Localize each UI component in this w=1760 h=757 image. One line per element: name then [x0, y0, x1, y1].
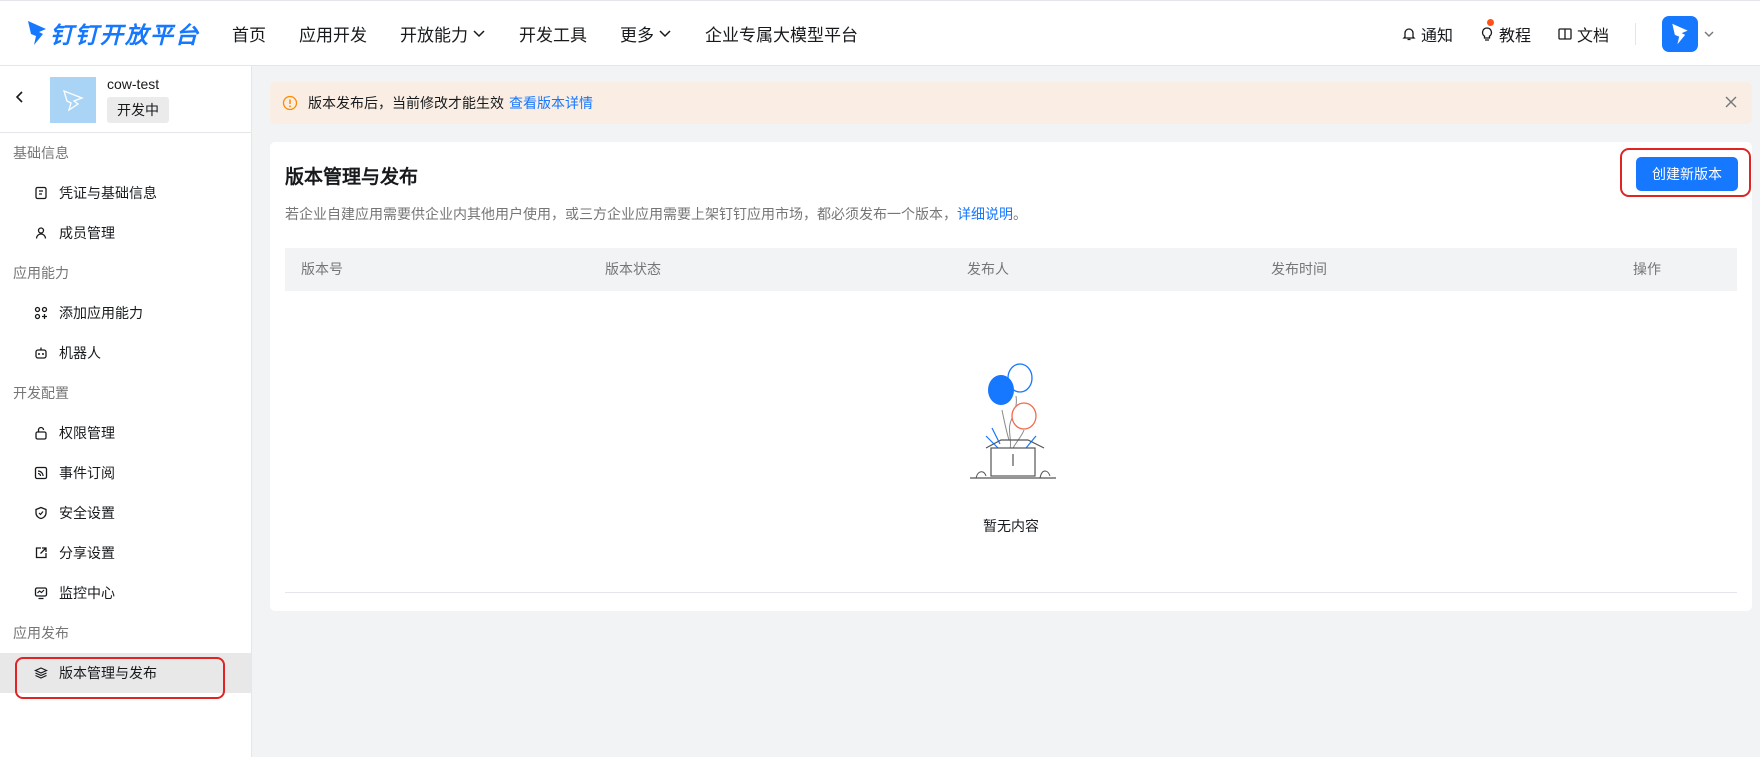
table-header: 版本号 版本状态 发布人 发布时间 操作	[285, 248, 1737, 291]
column-version: 版本号	[301, 261, 343, 277]
user-icon	[35, 227, 47, 239]
nav-llm-platform[interactable]: 企业专属大模型平台	[705, 21, 858, 46]
section-title-publish: 应用发布	[13, 625, 69, 641]
monitor-icon	[34, 587, 48, 600]
highlight-box-sidebar	[15, 657, 225, 699]
tutorial-link[interactable]: 教程	[1479, 19, 1531, 46]
nav-home[interactable]: 首页	[232, 21, 266, 46]
divider	[285, 592, 1737, 593]
logo[interactable]: 钉钉开放平台	[26, 16, 206, 50]
section-title-dev-config: 开发配置	[13, 385, 69, 401]
lock-icon	[35, 426, 47, 440]
credential-icon	[35, 186, 47, 200]
sidebar-item-credentials[interactable]: 凭证与基础信息	[0, 173, 251, 213]
section-title-basic: 基础信息	[13, 145, 69, 161]
nav-app-dev[interactable]: 应用开发	[299, 21, 367, 46]
sidebar-item-monitor[interactable]: 监控中心	[0, 573, 251, 613]
column-publisher: 发布人	[967, 261, 1009, 277]
sidebar-item-members[interactable]: 成员管理	[0, 213, 251, 253]
bell-icon	[1402, 28, 1416, 41]
chevron-down-icon	[659, 30, 671, 38]
docs-link[interactable]: 文档	[1557, 22, 1609, 46]
main-nav: 首页 应用开发 开放能力 开发工具 更多 企业专属大模型平台	[232, 21, 891, 46]
column-publish-time: 发布时间	[1271, 261, 1327, 277]
sidebar-item-events[interactable]: 事件订阅	[0, 453, 251, 493]
sidebar-item-share[interactable]: 分享设置	[0, 533, 251, 573]
grid-add-icon	[34, 306, 48, 320]
dingtalk-logo-icon	[1672, 23, 1688, 45]
column-status: 版本状态	[605, 261, 661, 277]
page-title: 版本管理与发布	[285, 167, 419, 188]
app-icon	[50, 77, 96, 123]
section-title-capabilities: 应用能力	[13, 265, 69, 281]
sidebar: cow-test 开发中 基础信息 凭证与基础信息 成员管理 应用能力 添加应用…	[0, 66, 252, 757]
nav-more[interactable]: 更多	[620, 21, 672, 46]
column-actions: 操作	[1633, 261, 1661, 277]
empty-state	[270, 358, 1752, 503]
shield-icon	[35, 506, 47, 520]
bulb-icon	[1481, 27, 1493, 41]
banner-text: 版本发布后，当前修改才能生效	[308, 95, 504, 111]
version-management-card: 版本管理与发布 若企业自建应用需要供企业内其他用户使用，或三方企业应用需要上架钉…	[270, 142, 1752, 611]
avatar	[1662, 16, 1698, 52]
chevron-down-icon	[1704, 31, 1714, 37]
book-icon	[1558, 28, 1572, 40]
close-icon[interactable]	[1724, 95, 1738, 109]
app-status-badge: 开发中	[107, 97, 169, 123]
app-name: cow-test	[107, 76, 160, 92]
info-banner: 版本发布后，当前修改才能生效 查看版本详情	[270, 82, 1752, 124]
logo-text: 钉钉开放平台	[50, 22, 200, 48]
robot-icon	[35, 347, 47, 359]
warning-icon	[282, 95, 298, 111]
page-description: 若企业自建应用需要供企业内其他用户使用，或三方企业应用需要上架钉钉应用市场，都必…	[285, 206, 1027, 222]
nav-open-capabilities[interactable]: 开放能力	[400, 21, 486, 46]
empty-balloon-box-illustration	[970, 363, 1056, 479]
back-arrow-icon[interactable]	[13, 90, 27, 104]
nav-dev-tools[interactable]: 开发工具	[519, 21, 587, 46]
top-navbar: 钉钉开放平台 首页 应用开发 开放能力 开发工具 更多 企业专属大模型平台 通知…	[0, 0, 1760, 66]
rss-icon	[34, 466, 48, 480]
chevron-down-icon	[473, 30, 485, 38]
sidebar-item-permissions[interactable]: 权限管理	[0, 413, 251, 453]
share-icon	[35, 547, 47, 559]
sidebar-item-robot[interactable]: 机器人	[0, 333, 251, 373]
empty-text: 暂无内容	[983, 518, 1039, 534]
app-header: cow-test 开发中	[0, 66, 251, 133]
dingtalk-logo-icon	[28, 21, 46, 45]
notice-link[interactable]: 通知	[1401, 22, 1453, 46]
details-link[interactable]: 详细说明	[957, 206, 1013, 222]
highlight-box-create-button	[1620, 148, 1751, 197]
right-nav: 通知 教程 文档	[1401, 1, 1760, 67]
user-menu[interactable]	[1662, 16, 1716, 52]
divider	[1635, 23, 1636, 45]
app-logo-icon	[62, 89, 84, 112]
notification-dot	[1486, 19, 1494, 26]
sidebar-item-security[interactable]: 安全设置	[0, 493, 251, 533]
sidebar-item-add-capability[interactable]: 添加应用能力	[0, 293, 251, 333]
view-version-details-link[interactable]: 查看版本详情	[509, 93, 593, 113]
